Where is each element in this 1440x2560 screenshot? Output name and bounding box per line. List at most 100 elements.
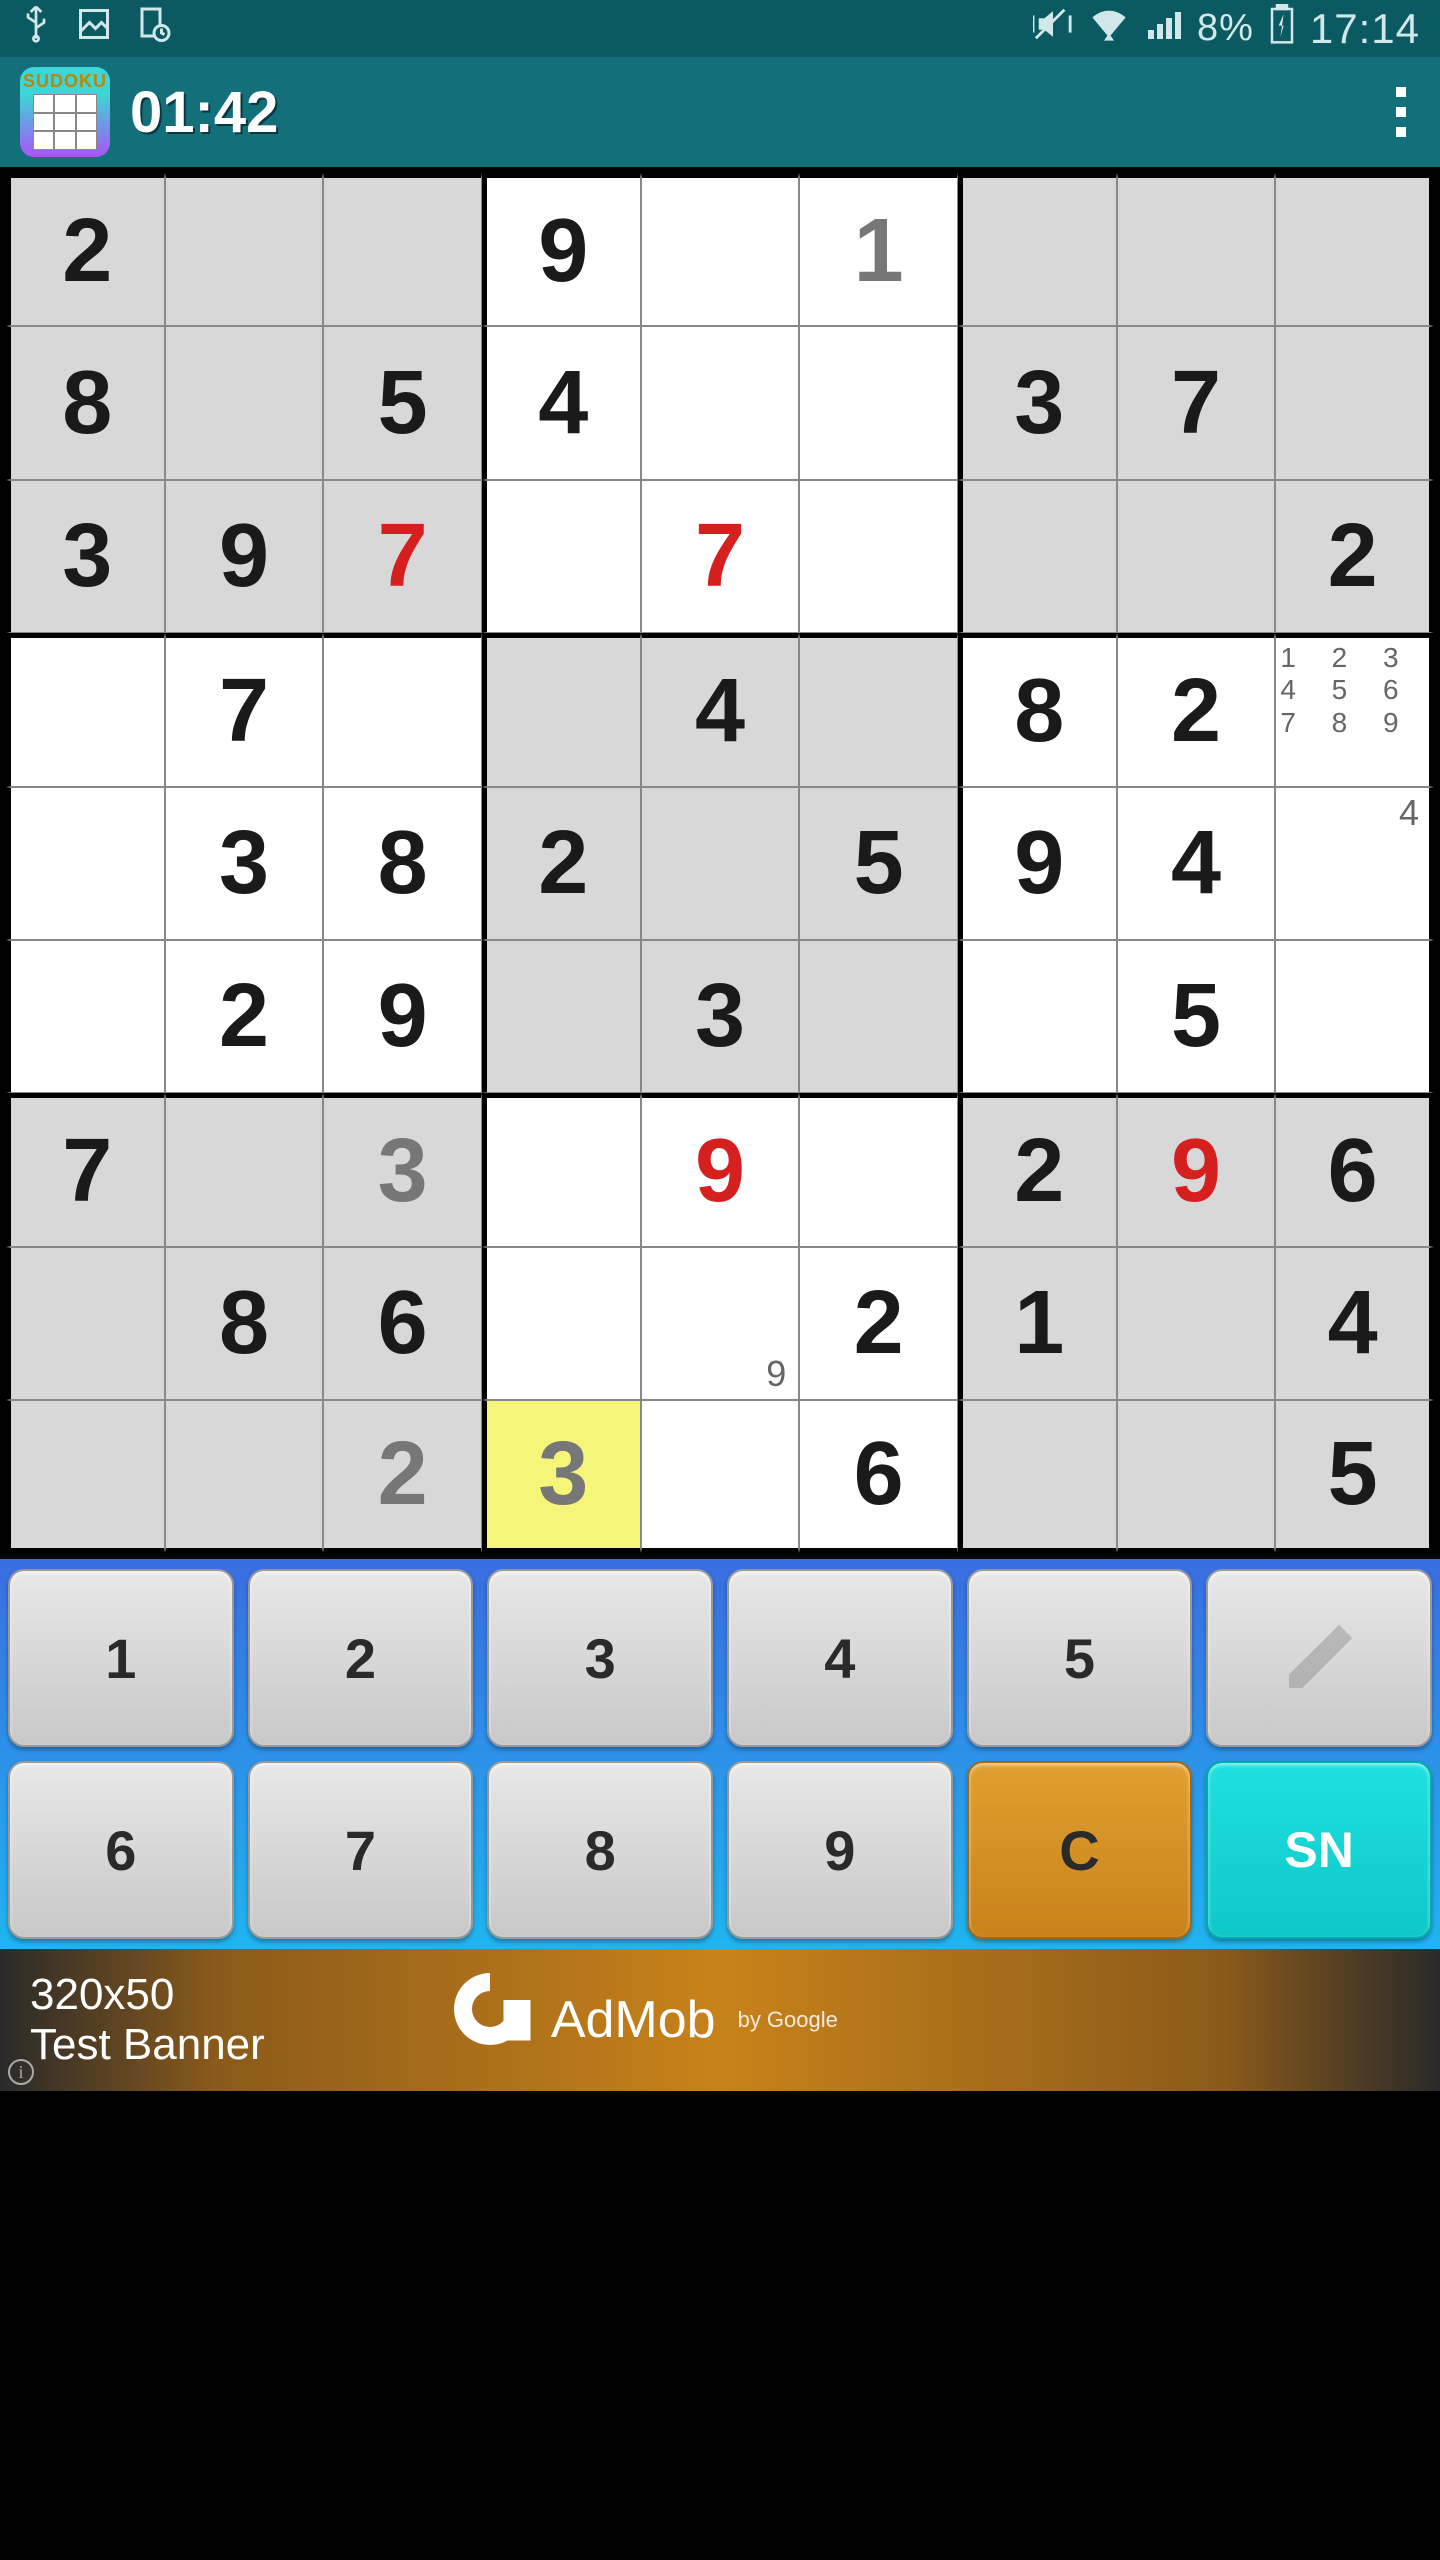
cell-r3-c0[interactable] [6,633,165,786]
menu-overflow-button[interactable] [1396,87,1420,137]
ad-text: 320x50 Test Banner [30,1970,265,2071]
cell-r5-c0[interactable] [6,940,165,1093]
cell-r0-c3[interactable]: 9 [482,173,641,326]
cell-r2-c3[interactable] [482,480,641,633]
cell-r0-c1[interactable] [165,173,324,326]
cell-r4-c2[interactable]: 8 [323,787,482,940]
cell-r6-c6[interactable]: 2 [958,1093,1117,1246]
cell-r3-c2[interactable] [323,633,482,786]
cell-r6-c2[interactable]: 3 [323,1093,482,1246]
app-icon[interactable]: SUDOKU [20,67,110,157]
cell-r7-c6[interactable]: 1 [958,1247,1117,1400]
cell-r4-c1[interactable]: 3 [165,787,324,940]
cell-r2-c0[interactable]: 3 [6,480,165,633]
cell-r2-c5[interactable] [799,480,958,633]
cell-r7-c5[interactable]: 2 [799,1247,958,1400]
cell-r2-c7[interactable] [1117,480,1276,633]
cell-r3-c3[interactable] [482,633,641,786]
cell-r0-c6[interactable] [958,173,1117,326]
cell-r3-c7[interactable]: 2 [1117,633,1276,786]
cell-r2-c2[interactable]: 7 [323,480,482,633]
cell-r7-c2[interactable]: 6 [323,1247,482,1400]
cell-r7-c0[interactable] [6,1247,165,1400]
cell-r8-c0[interactable] [6,1400,165,1553]
cell-r1-c5[interactable] [799,326,958,479]
cell-r3-c1[interactable]: 7 [165,633,324,786]
cell-r1-c8[interactable] [1275,326,1434,479]
cell-r5-c6[interactable] [958,940,1117,1093]
cell-r1-c1[interactable] [165,326,324,479]
cell-r8-c6[interactable] [958,1400,1117,1553]
cell-r4-c8[interactable]: 4 [1275,787,1434,940]
pencil-mode-button[interactable] [1206,1569,1432,1747]
cell-r0-c7[interactable] [1117,173,1276,326]
cell-r0-c2[interactable] [323,173,482,326]
cell-r3-c5[interactable] [799,633,958,786]
cell-r5-c8[interactable] [1275,940,1434,1093]
cell-r7-c8[interactable]: 4 [1275,1247,1434,1400]
clear-button[interactable]: C [967,1761,1193,1939]
numkey-7[interactable]: 7 [248,1761,474,1939]
cell-r3-c4[interactable]: 4 [641,633,800,786]
numkey-4[interactable]: 4 [727,1569,953,1747]
cell-r2-c4[interactable]: 7 [641,480,800,633]
numkey-6[interactable]: 6 [8,1761,234,1939]
cell-r3-c6[interactable]: 8 [958,633,1117,786]
cell-r5-c4[interactable]: 3 [641,940,800,1093]
cell-r6-c8[interactable]: 6 [1275,1093,1434,1246]
numkey-1[interactable]: 1 [8,1569,234,1747]
cell-r4-c7[interactable]: 4 [1117,787,1276,940]
cell-r8-c5[interactable]: 6 [799,1400,958,1553]
cell-r4-c4[interactable] [641,787,800,940]
pencil-mark: 4 [1399,792,1419,834]
cell-r4-c6[interactable]: 9 [958,787,1117,940]
cell-r6-c4[interactable]: 9 [641,1093,800,1246]
cell-r6-c7[interactable]: 9 [1117,1093,1276,1246]
cell-r5-c7[interactable]: 5 [1117,940,1276,1093]
cell-r2-c8[interactable]: 2 [1275,480,1434,633]
cell-r0-c4[interactable] [641,173,800,326]
numkey-2[interactable]: 2 [248,1569,474,1747]
cell-r8-c7[interactable] [1117,1400,1276,1553]
cell-r2-c6[interactable] [958,480,1117,633]
sudoku-board: 291854373977274821 2 3 4 5 6 7 8 9382594… [6,173,1434,1553]
cell-r7-c3[interactable] [482,1247,641,1400]
cell-r7-c1[interactable]: 8 [165,1247,324,1400]
cell-r4-c0[interactable] [6,787,165,940]
cell-r6-c5[interactable] [799,1093,958,1246]
cell-r5-c1[interactable]: 2 [165,940,324,1093]
cell-r8-c8[interactable]: 5 [1275,1400,1434,1553]
cell-r3-c8[interactable]: 1 2 3 4 5 6 7 8 9 [1275,633,1434,786]
cell-r1-c2[interactable]: 5 [323,326,482,479]
cell-r1-c6[interactable]: 3 [958,326,1117,479]
cell-r1-c0[interactable]: 8 [6,326,165,479]
cell-r1-c3[interactable]: 4 [482,326,641,479]
cell-r5-c3[interactable] [482,940,641,1093]
ad-banner[interactable]: i 320x50 Test Banner AdMob by Google [0,1949,1440,2091]
cell-r4-c5[interactable]: 5 [799,787,958,940]
numkey-9[interactable]: 9 [727,1761,953,1939]
numkey-3[interactable]: 3 [487,1569,713,1747]
cell-r4-c3[interactable]: 2 [482,787,641,940]
cell-r5-c2[interactable]: 9 [323,940,482,1093]
cell-r6-c0[interactable]: 7 [6,1093,165,1246]
numkey-5[interactable]: 5 [967,1569,1193,1747]
cell-r5-c5[interactable] [799,940,958,1093]
cell-r8-c3[interactable]: 3 [482,1400,641,1553]
sn-button[interactable]: SN [1206,1761,1432,1939]
cell-r8-c1[interactable] [165,1400,324,1553]
cell-r8-c4[interactable] [641,1400,800,1553]
cell-r8-c2[interactable]: 2 [323,1400,482,1553]
cell-r0-c0[interactable]: 2 [6,173,165,326]
cell-r0-c8[interactable] [1275,173,1434,326]
cell-r2-c1[interactable]: 9 [165,480,324,633]
cell-r6-c1[interactable] [165,1093,324,1246]
cell-r6-c3[interactable] [482,1093,641,1246]
cell-r1-c7[interactable]: 7 [1117,326,1276,479]
cell-r7-c4[interactable]: 9 [641,1247,800,1400]
cell-r0-c5[interactable]: 1 [799,173,958,326]
cell-r1-c4[interactable] [641,326,800,479]
ad-info-icon[interactable]: i [8,2059,34,2085]
cell-r7-c7[interactable] [1117,1247,1276,1400]
numkey-8[interactable]: 8 [487,1761,713,1939]
